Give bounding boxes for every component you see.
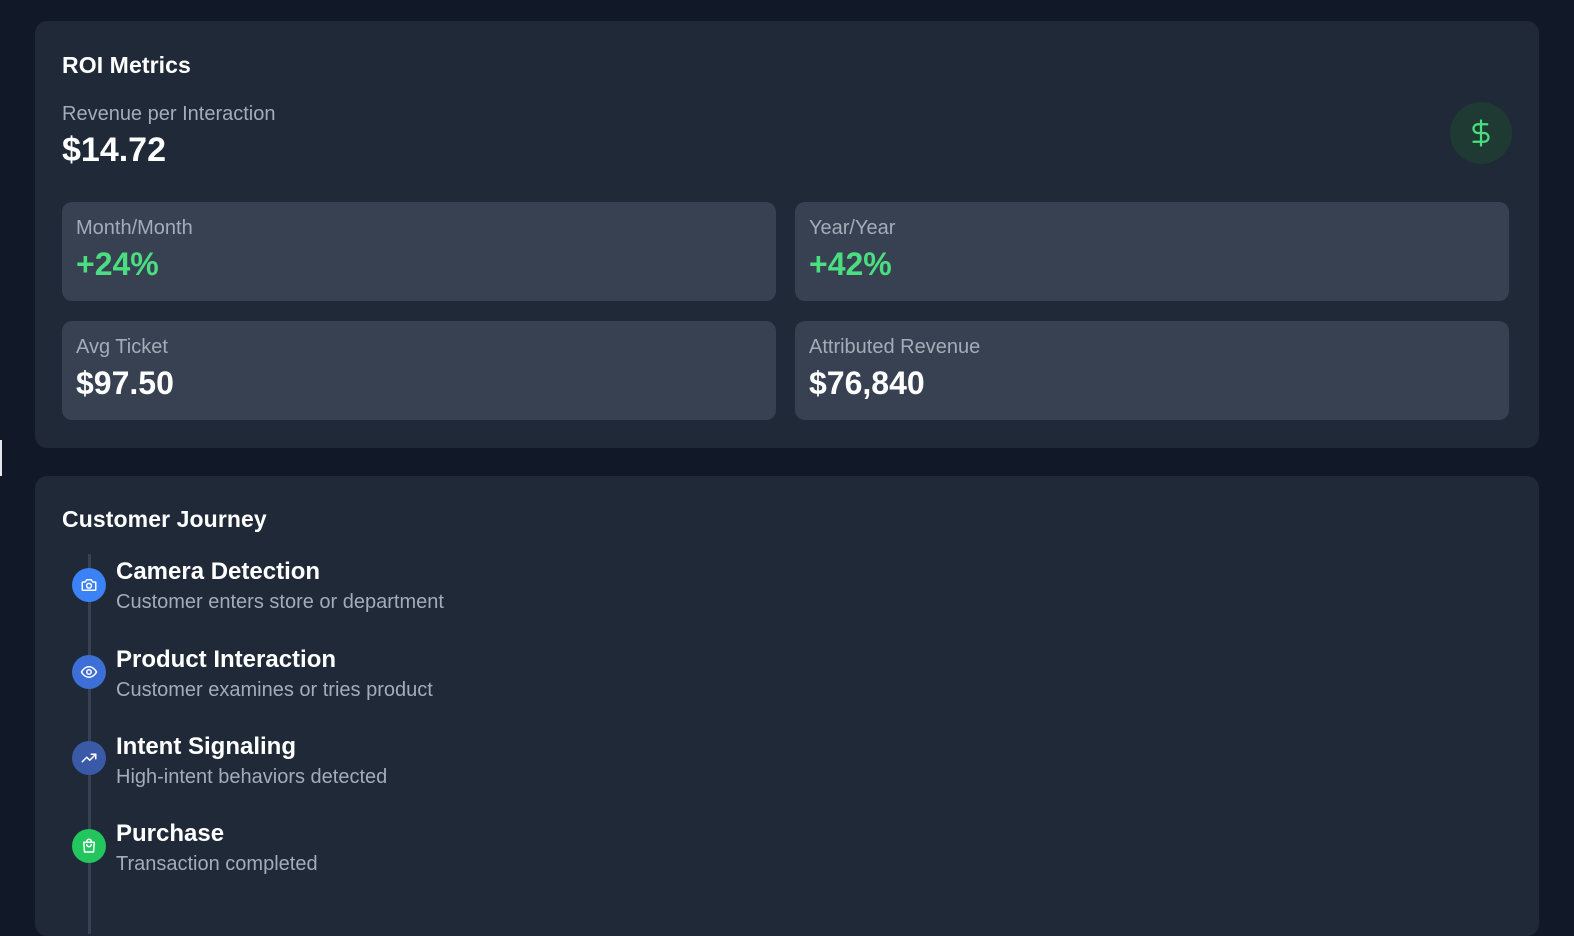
customer-journey-card: Customer Journey Camera Detection Custom… (35, 476, 1539, 936)
step-title: Product Interaction (116, 646, 337, 673)
stat-label: Month/Month (76, 217, 193, 239)
stat-value: +24% (76, 246, 159, 282)
step-description: Transaction completed (116, 853, 318, 875)
stat-value: $76,840 (809, 365, 925, 401)
roi-metrics-title: ROI Metrics (62, 52, 191, 78)
stat-label: Attributed Revenue (809, 336, 981, 358)
step-title: Intent Signaling (116, 733, 296, 760)
stat-attributed-revenue: Attributed Revenue $76,840 (795, 321, 1509, 420)
journey-step-camera-detection: Camera Detection Customer enters store o… (72, 558, 972, 618)
stat-label: Avg Ticket (76, 336, 168, 358)
step-title: Purchase (116, 820, 225, 847)
window-edge-marker (0, 440, 2, 476)
stat-label: Year/Year (809, 217, 896, 239)
stat-value: $97.50 (76, 365, 174, 401)
step-title: Camera Detection (116, 558, 321, 585)
revenue-per-interaction-value: $14.72 (62, 131, 166, 169)
stat-value: +42% (809, 246, 892, 282)
stat-avg-ticket: Avg Ticket $97.50 (62, 321, 776, 420)
step-description: Customer enters store or department (116, 591, 444, 613)
stat-year-over-year: Year/Year +42% (795, 202, 1509, 301)
stat-month-over-month: Month/Month +24% (62, 202, 776, 301)
journey-step-intent-signaling: Intent Signaling High-intent behaviors d… (72, 733, 972, 793)
journey-step-product-interaction: Product Interaction Customer examines or… (72, 646, 972, 706)
trending-up-icon (72, 741, 106, 775)
revenue-per-interaction-label: Revenue per Interaction (62, 103, 276, 125)
roi-metrics-card: ROI Metrics Revenue per Interaction $14.… (35, 21, 1539, 448)
customer-journey-title: Customer Journey (62, 506, 267, 532)
journey-step-purchase: Purchase Transaction completed (72, 820, 972, 880)
step-description: High-intent behaviors detected (116, 766, 388, 788)
eye-icon (72, 655, 106, 689)
step-description: Customer examines or tries product (116, 679, 433, 701)
dollar-icon (1450, 102, 1512, 164)
camera-icon (72, 568, 106, 602)
shopping-bag-icon (72, 829, 106, 863)
